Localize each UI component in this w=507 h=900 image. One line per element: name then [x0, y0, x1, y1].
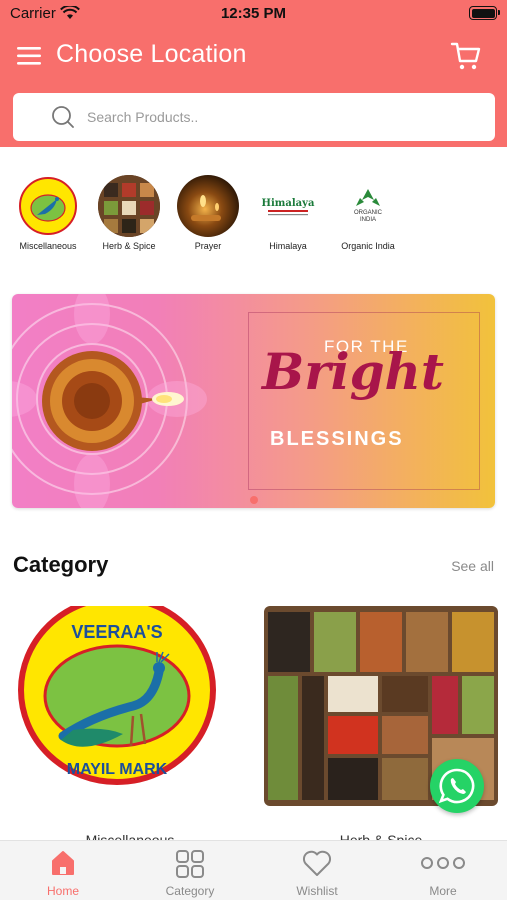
banner-text-line3: BLESSINGS: [270, 428, 404, 450]
brand-label: Organic India: [341, 241, 395, 251]
tab-label-category: Category: [165, 884, 215, 898]
clock: 12:35 PM: [220, 5, 287, 22]
brand-item-miscellaneous[interactable]: Miscellaneous: [8, 175, 88, 251]
brand-logo-veeraas: [17, 175, 79, 237]
brand-label: Prayer: [194, 241, 222, 251]
brand-item-himalaya[interactable]: Himalaya Himalaya: [248, 175, 328, 251]
banner-text-headline: Bright: [262, 342, 445, 401]
logo-text-top: VEERAA'S: [71, 622, 162, 642]
brand-logo-organic-india: ORGANIC INDIA: [337, 175, 399, 237]
home-icon: [52, 851, 74, 875]
search-input[interactable]: Search Products..: [13, 93, 495, 141]
tab-label-wishlist: Wishlist: [296, 884, 338, 898]
brand-item-prayer[interactable]: Prayer: [168, 175, 248, 251]
svg-text:INDIA: INDIA: [360, 217, 376, 223]
veeraas-mayil-mark-logo: VEERAA'S MAYIL MARK: [18, 606, 216, 785]
tab-label-home: Home: [46, 884, 79, 898]
brand-image-prayer-lamps: [177, 175, 239, 237]
grid-icon: [176, 850, 204, 878]
status-bar: Carrier 12:35 PM: [0, 0, 507, 30]
see-all-link[interactable]: See all: [451, 558, 494, 574]
whatsapp-button[interactable]: [430, 759, 484, 813]
svg-text:ORGANIC: ORGANIC: [354, 210, 383, 216]
brand-carousel: Miscellaneous Herb & Spice Prayer Himala…: [0, 170, 507, 260]
whatsapp-icon: [438, 768, 475, 804]
section-title-category: Category: [13, 552, 109, 577]
carousel-dot-active[interactable]: [250, 496, 258, 504]
brand-logo-himalaya: Himalaya: [257, 175, 319, 237]
logo-text-bottom: MAYIL MARK: [67, 761, 168, 778]
brand-label: Miscellaneous: [19, 241, 77, 251]
bottom-tab-bar: Home Category Wishlist More: [0, 840, 507, 900]
brand-image-spices: [98, 175, 160, 237]
brand-item-organic-india[interactable]: ORGANIC INDIA Organic India: [328, 175, 408, 251]
brand-item-herb-spice[interactable]: Herb & Spice: [89, 175, 169, 251]
app-header: Carrier 12:35 PM Choose Location Search …: [0, 0, 507, 147]
cart-icon[interactable]: [450, 40, 482, 72]
category-card-miscellaneous[interactable]: VEERAA'S MAYIL MARK: [13, 606, 247, 806]
diya-lamp-icon: [42, 351, 184, 451]
heart-icon: [302, 850, 332, 876]
tab-more[interactable]: More: [380, 841, 506, 900]
search-placeholder: Search Products..: [87, 109, 199, 125]
brand-label: Herb & Spice: [102, 241, 156, 251]
tab-home[interactable]: Home: [0, 841, 126, 900]
tab-label-more: More: [429, 884, 457, 898]
tab-category[interactable]: Category: [127, 841, 253, 900]
promo-banner[interactable]: FOR THE Bright BLESSINGS: [12, 294, 495, 508]
tab-wishlist[interactable]: Wishlist: [254, 841, 380, 900]
search-icon: [52, 106, 74, 128]
battery-icon: [469, 6, 500, 20]
svg-text:Himalaya: Himalaya: [262, 198, 315, 209]
hamburger-menu-icon[interactable]: [17, 45, 41, 67]
page-title[interactable]: Choose Location: [56, 40, 247, 69]
brand-label: Himalaya: [269, 241, 307, 251]
more-dots-icon: [421, 857, 465, 869]
